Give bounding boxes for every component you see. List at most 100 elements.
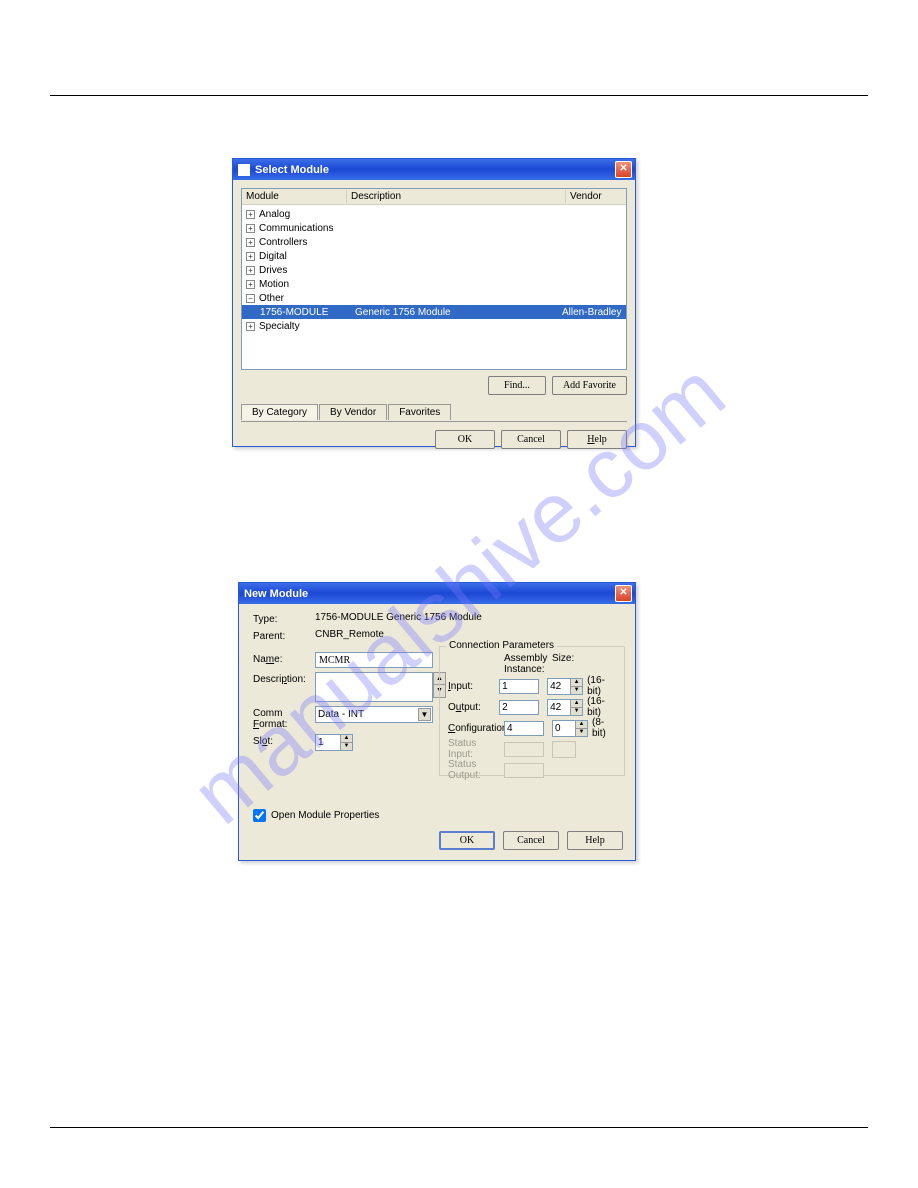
status-output-instance-field	[504, 763, 544, 778]
assembly-header: AssemblyInstance:	[504, 653, 552, 675]
name-label: Name:	[253, 652, 315, 665]
comm-format-select[interactable]: Data - INT ▼	[315, 706, 433, 723]
description-label: Description:	[253, 672, 315, 685]
cat-label: Analog	[259, 209, 290, 220]
output-size-field[interactable]	[548, 700, 570, 715]
cat-label: Motion	[259, 279, 289, 290]
tree-category-other[interactable]: −Other	[242, 291, 626, 305]
dialog-icon	[238, 164, 250, 176]
slot-spinner[interactable]: ▲▼	[315, 734, 353, 751]
help-button[interactable]: Help	[567, 831, 623, 850]
slot-input[interactable]	[316, 735, 340, 750]
output-instance-field[interactable]	[499, 700, 539, 715]
spin-up[interactable]: ▲	[575, 721, 587, 729]
connection-parameters-legend: Connection Parameters	[446, 640, 557, 651]
input-size-field[interactable]	[548, 679, 570, 694]
connection-parameters-group: Connection Parameters AssemblyInstance: …	[439, 646, 625, 776]
find-button[interactable]: Find...	[488, 376, 546, 395]
name-input[interactable]	[315, 652, 433, 668]
config-size-field[interactable]	[553, 721, 575, 736]
tree-category-drives[interactable]: +Drives	[242, 263, 626, 277]
spin-up[interactable]: ▲	[570, 679, 582, 687]
open-module-properties-label: Open Module Properties	[271, 810, 379, 821]
output-label: Output:	[448, 702, 499, 713]
spin-up[interactable]: ▲	[570, 700, 582, 708]
tree-item-1756-module[interactable]: 1756-MODULE Generic 1756 Module Allen-Br…	[242, 305, 626, 319]
selected-module-name: 1756-MODULE	[260, 307, 355, 318]
comm-format-value: Data - INT	[318, 709, 364, 720]
open-module-properties-checkbox[interactable]	[253, 809, 266, 822]
spin-down[interactable]: ▼	[570, 687, 582, 694]
status-input-instance-field	[504, 742, 544, 757]
new-module-title: New Module	[244, 588, 308, 600]
status-input-size-box	[552, 741, 576, 758]
parent-label: Parent:	[253, 629, 315, 642]
select-module-dialog: Select Module ✕ Module Description Vendo…	[232, 158, 636, 447]
spin-up[interactable]: ▲	[340, 735, 352, 743]
input-size-spinner[interactable]: ▲▼	[547, 678, 583, 695]
selected-module-vendor: Allen-Bradley	[562, 307, 622, 318]
cat-label: Specialty	[259, 321, 300, 332]
help-button[interactable]: Help	[567, 430, 627, 449]
close-button[interactable]: ✕	[615, 585, 632, 602]
new-module-titlebar[interactable]: New Module ✕	[239, 583, 635, 604]
module-tree-header: Module Description Vendor	[242, 189, 626, 205]
tree-category-controllers[interactable]: +Controllers	[242, 235, 626, 249]
tree-category-motion[interactable]: +Motion	[242, 277, 626, 291]
col-description[interactable]: Description	[347, 190, 566, 203]
input-instance-field[interactable]	[499, 679, 539, 694]
filter-tabs: By Category By Vendor Favorites	[241, 403, 627, 422]
ok-button[interactable]: OK	[435, 430, 495, 449]
size-header: Size:	[552, 653, 592, 675]
open-module-properties-row[interactable]: Open Module Properties	[253, 809, 379, 822]
page-rule-bottom	[50, 1127, 868, 1128]
add-favorite-button[interactable]: Add Favorite	[552, 376, 627, 395]
col-module[interactable]: Module	[242, 190, 347, 203]
type-label: Type:	[253, 612, 315, 625]
tree-category-communications[interactable]: +Communications	[242, 221, 626, 235]
description-input[interactable]	[315, 672, 433, 702]
cat-label: Digital	[259, 251, 287, 262]
output-size-spinner[interactable]: ▲▼	[547, 699, 583, 716]
ok-button[interactable]: OK	[439, 831, 495, 850]
output-unit: (16-bit)	[587, 696, 616, 718]
input-unit: (16-bit)	[587, 675, 616, 697]
slot-label: Slot:	[253, 734, 315, 747]
comm-format-label: Comm Format:	[253, 706, 315, 730]
config-label: Configuration:	[448, 723, 504, 734]
new-module-dialog: New Module ✕ Type: 1756-MODULE Generic 1…	[238, 582, 636, 861]
tab-by-category[interactable]: By Category	[241, 404, 318, 420]
cat-label: Drives	[259, 265, 287, 276]
status-output-label: Status Output:	[448, 759, 504, 781]
config-instance-field[interactable]	[504, 721, 544, 736]
status-input-label: Status Input:	[448, 738, 504, 760]
tree-category-specialty[interactable]: +Specialty	[242, 319, 626, 333]
cancel-button[interactable]: Cancel	[501, 430, 561, 449]
parent-value: CNBR_Remote	[315, 629, 625, 640]
spin-down[interactable]: ▼	[340, 743, 352, 750]
cat-label: Communications	[259, 223, 333, 234]
select-module-title: Select Module	[255, 164, 329, 176]
spin-down[interactable]: ▼	[570, 708, 582, 715]
page-rule-top	[50, 95, 868, 96]
tab-by-vendor[interactable]: By Vendor	[319, 404, 387, 420]
module-tree-list: +Analog +Communications +Controllers +Di…	[242, 205, 626, 335]
select-module-titlebar[interactable]: Select Module ✕	[233, 159, 635, 180]
input-label: Input:	[448, 681, 499, 692]
config-size-spinner[interactable]: ▲▼	[552, 720, 588, 737]
tab-favorites[interactable]: Favorites	[388, 404, 451, 420]
chevron-down-icon: ▼	[418, 708, 431, 721]
cat-label: Other	[259, 293, 284, 304]
help-tail: elp	[595, 434, 607, 445]
module-tree-panel[interactable]: Module Description Vendor +Analog +Commu…	[241, 188, 627, 370]
cancel-button[interactable]: Cancel	[503, 831, 559, 850]
config-unit: (8-bit)	[592, 717, 616, 739]
tree-category-analog[interactable]: +Analog	[242, 207, 626, 221]
tree-category-digital[interactable]: +Digital	[242, 249, 626, 263]
selected-module-desc: Generic 1756 Module	[355, 307, 562, 318]
close-button[interactable]: ✕	[615, 161, 632, 178]
spin-down[interactable]: ▼	[575, 729, 587, 736]
col-vendor[interactable]: Vendor	[566, 190, 626, 203]
cat-label: Controllers	[259, 237, 307, 248]
type-value: 1756-MODULE Generic 1756 Module	[315, 612, 625, 623]
